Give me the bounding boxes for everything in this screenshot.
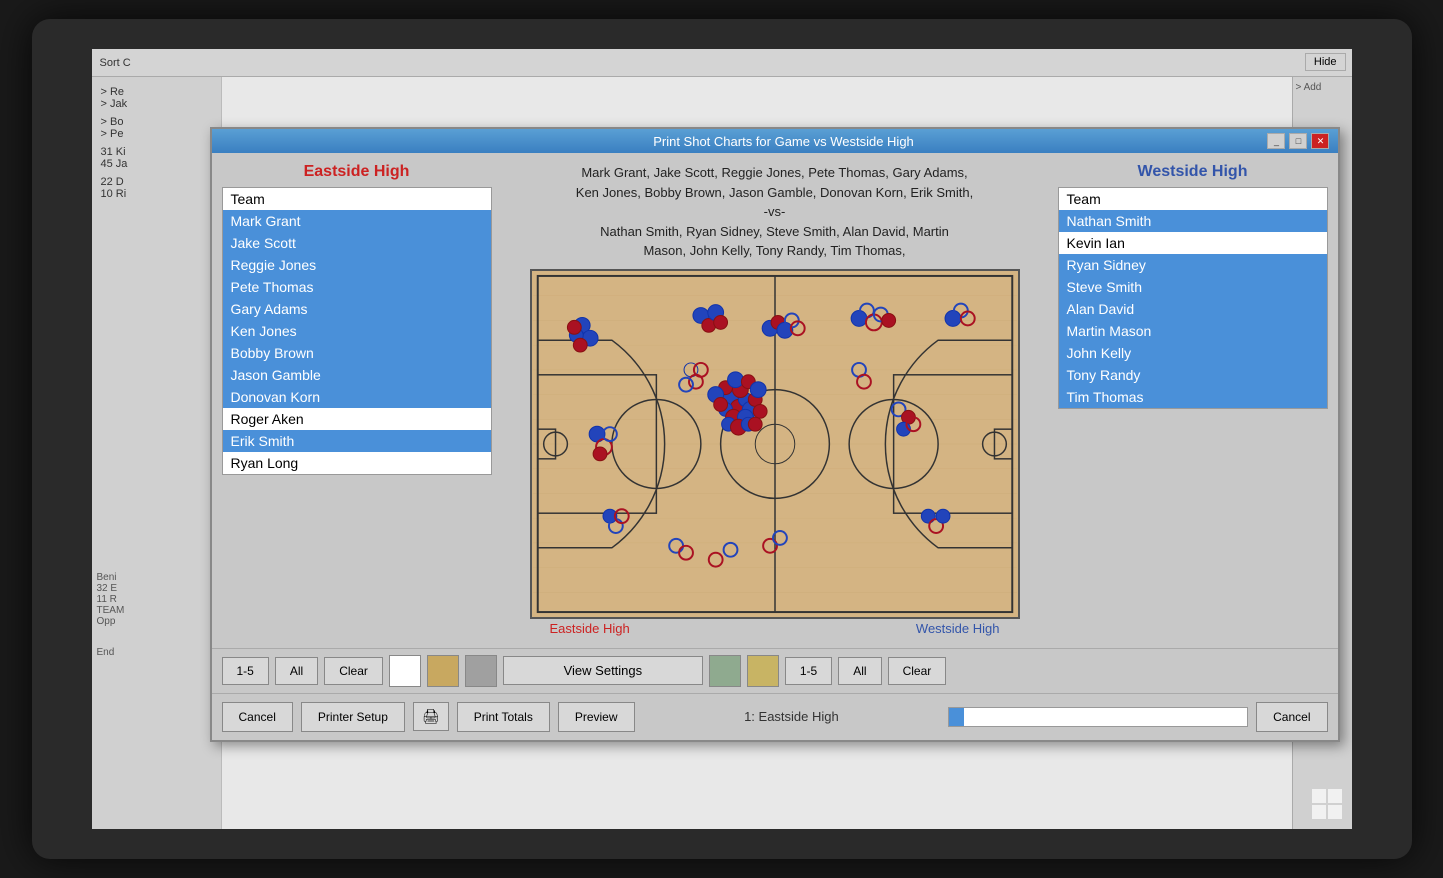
swatch-gold[interactable] [747,655,779,687]
status-text: 1: Eastside High [643,709,941,724]
swatch-white[interactable] [389,655,421,687]
west-player-item[interactable]: Tony Randy [1059,364,1327,386]
swatch-gray[interactable] [465,655,497,687]
west-player-item[interactable]: Team [1059,188,1327,210]
court-label-east: Eastside High [550,621,630,636]
sort-bar: Sort C [92,49,1352,77]
bg-sidebar-item: 31 Ki45 Ja [97,144,216,172]
cancel-left-button[interactable]: Cancel [222,702,293,732]
west-team-title: Westside High [1058,163,1328,181]
sort-label: Sort C [100,57,131,69]
basketball-court [530,269,1020,619]
bg-sidebar-item: > Bo> Pe [97,114,216,142]
dialog-titlebar: Print Shot Charts for Game vs Westside H… [212,129,1338,153]
matchup-text: Mark Grant, Jake Scott, Reggie Jones, Pe… [576,163,973,261]
dialog-title: Print Shot Charts for Game vs Westside H… [653,134,914,149]
west-clear-button[interactable]: Clear [888,657,947,685]
east-player-item[interactable]: Jason Gamble [223,364,491,386]
printer-setup-button[interactable]: Printer Setup [301,702,405,732]
east-player-item[interactable]: Reggie Jones [223,254,491,276]
print-totals-button[interactable]: Print Totals [457,702,550,732]
east-players-line2: Ken Jones, Bobby Brown, Jason Gamble, Do… [576,185,973,200]
tablet-screen: > Ma25 G > Re> Jak > Bo> Pe 31 Ki45 Ja 2… [92,49,1352,829]
east-player-item[interactable]: Ken Jones [223,320,491,342]
progress-bar [948,707,1248,727]
bg-sidebar-item: > Re> Jak [97,84,216,112]
close-button[interactable]: ✕ [1311,133,1329,149]
east-player-item[interactable]: Mark Grant [223,210,491,232]
west-players-line2: Mason, John Kelly, Tony Randy, Tim Thoma… [643,243,905,258]
east-player-item[interactable]: Roger Aken [223,408,491,430]
west-player-item[interactable]: Martin Mason [1059,320,1327,342]
west-panel: Westside High TeamNathan SmithKevin IanR… [1058,163,1328,638]
vs-text: -vs- [764,204,786,219]
east-player-item[interactable]: Pete Thomas [223,276,491,298]
east-player-item[interactable]: Jake Scott [223,232,491,254]
court-labels: Eastside High Westside High [530,619,1020,638]
swatch-tan[interactable] [427,655,459,687]
maximize-button[interactable]: □ [1289,133,1307,149]
west-player-item[interactable]: John Kelly [1059,342,1327,364]
east-player-list[interactable]: TeamMark GrantJake ScottReggie JonesPete… [222,187,492,475]
west-1-5-button[interactable]: 1-5 [785,657,832,685]
progress-fill [949,708,964,726]
tablet-frame: > Ma25 G > Re> Jak > Bo> Pe 31 Ki45 Ja 2… [32,19,1412,859]
west-player-item[interactable]: Kevin Ian [1059,232,1327,254]
west-player-item[interactable]: Tim Thomas [1059,386,1327,408]
east-player-item[interactable]: Ryan Long [223,452,491,474]
east-player-item[interactable]: Team [223,188,491,210]
cancel-right-button[interactable]: Cancel [1256,702,1327,732]
west-player-item[interactable]: Alan David [1059,298,1327,320]
west-all-button[interactable]: All [838,657,881,685]
east-player-item[interactable]: Donovan Korn [223,386,491,408]
view-settings-button[interactable]: View Settings [503,656,703,685]
court-label-west: Westside High [916,621,1000,636]
east-clear-button[interactable]: Clear [324,657,383,685]
east-players-line1: Mark Grant, Jake Scott, Reggie Jones, Pe… [581,165,967,180]
swatch-green[interactable] [709,655,741,687]
east-player-item[interactable]: Erik Smith [223,430,491,452]
east-team-title: Eastside High [222,163,492,181]
main-dialog: Print Shot Charts for Game vs Westside H… [210,127,1340,742]
hide-button[interactable]: Hide [1305,53,1346,71]
east-player-item[interactable]: Bobby Brown [223,342,491,364]
print-icon-button[interactable]: 🖨 [413,702,449,731]
windows-logo [1312,789,1342,819]
east-panel: Eastside High TeamMark GrantJake ScottRe… [222,163,492,638]
center-panel: Mark Grant, Jake Scott, Reggie Jones, Pe… [500,163,1050,638]
titlebar-controls: _ □ ✕ [1267,133,1329,149]
bottom-controls: 1-5 All Clear View Settings 1-5 All Clea… [212,648,1338,693]
west-player-list[interactable]: TeamNathan SmithKevin IanRyan SidneyStev… [1058,187,1328,409]
bg-sidebar-item: 22 D10 Ri [97,174,216,202]
east-1-5-button[interactable]: 1-5 [222,657,269,685]
bg-sidebar: > Ma25 G > Re> Jak > Bo> Pe 31 Ki45 Ja 2… [92,49,222,829]
action-bar: Cancel Printer Setup 🖨 Print Totals Prev… [212,693,1338,740]
west-players-line1: Nathan Smith, Ryan Sidney, Steve Smith, … [600,224,949,239]
east-all-button[interactable]: All [275,657,318,685]
west-player-item[interactable]: Steve Smith [1059,276,1327,298]
minimize-button[interactable]: _ [1267,133,1285,149]
west-player-item[interactable]: Ryan Sidney [1059,254,1327,276]
dialog-content: Eastside High TeamMark GrantJake ScottRe… [212,153,1338,648]
west-player-item[interactable]: Nathan Smith [1059,210,1327,232]
east-player-item[interactable]: Gary Adams [223,298,491,320]
preview-button[interactable]: Preview [558,702,635,732]
